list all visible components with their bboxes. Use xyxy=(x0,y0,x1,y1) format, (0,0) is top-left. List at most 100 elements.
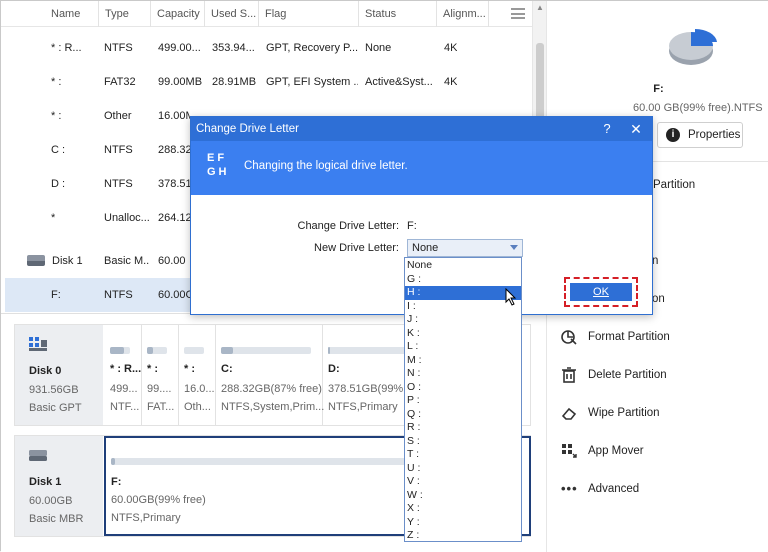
delete-icon xyxy=(561,367,577,383)
col-flag[interactable]: Flag xyxy=(259,1,359,27)
partition-size: 499... xyxy=(110,383,138,395)
partition-size: 16.0... xyxy=(184,383,215,395)
cell-used: 353.94... xyxy=(212,42,255,54)
table-row[interactable]: * : FAT32 99.00MB 28.91MB GPT, EFI Syste… xyxy=(1,65,532,99)
cell-flag: GPT, EFI System ... xyxy=(266,76,358,88)
partition-label: F: xyxy=(111,476,122,488)
dropdown-option[interactable]: L : xyxy=(405,340,521,354)
cell-capacity: 378.51 xyxy=(158,178,190,190)
cell-type: Unalloc... xyxy=(104,212,150,224)
disk0-size: 931.56GB xyxy=(29,384,79,396)
dropdown-option[interactable]: I : xyxy=(405,300,521,314)
app-mover-button[interactable]: App Mover xyxy=(561,441,761,461)
wipe-partition-button[interactable]: Wipe Partition xyxy=(561,403,761,423)
partition-fs: NTFS,Primary xyxy=(328,401,398,413)
partition-size: 60.00GB(99% free) xyxy=(111,494,206,506)
cell-type: NTFS xyxy=(104,42,133,54)
partition-card[interactable]: * : 16.0... Oth... xyxy=(179,325,216,425)
dropdown-option[interactable]: O : xyxy=(405,381,521,395)
dropdown-option[interactable]: K : xyxy=(405,327,521,341)
advanced-button[interactable]: ••• Advanced xyxy=(561,479,761,499)
partition-card[interactable]: * : 99.... FAT... xyxy=(142,325,179,425)
select-value: None xyxy=(412,242,439,254)
cell-capacity: 499.00... xyxy=(158,42,201,54)
col-used[interactable]: Used S... xyxy=(205,1,259,27)
delete-partition-button[interactable]: Delete Partition xyxy=(561,365,761,385)
disk0-name: Disk 0 xyxy=(29,365,62,377)
dropdown-option[interactable]: J : xyxy=(405,313,521,327)
usage-bar xyxy=(221,347,311,354)
cell-type: NTFS xyxy=(104,144,133,156)
partition-card[interactable]: * : R... 499... NTF... xyxy=(105,325,142,425)
cell-status: Active&Syst... xyxy=(365,76,433,88)
dropdown-option[interactable]: W : xyxy=(405,489,521,503)
col-capacity[interactable]: Capacity xyxy=(151,1,205,27)
dropdown-option[interactable]: Z : xyxy=(405,529,521,543)
dropdown-option[interactable]: U : xyxy=(405,462,521,476)
cell-type: NTFS xyxy=(104,178,133,190)
cell-capacity: 264.12 xyxy=(158,212,190,224)
disk1-info: Disk 1 60.00GB Basic MBR xyxy=(15,436,103,536)
dropdown-option[interactable]: G : xyxy=(405,273,521,287)
partition-card[interactable]: C: 288.32GB(87% free) NTFS,System,Prim..… xyxy=(216,325,324,425)
dropdown-option[interactable]: R : xyxy=(405,421,521,435)
wipe-icon xyxy=(561,405,577,421)
dropdown-option[interactable]: T : xyxy=(405,448,521,462)
help-icon[interactable]: ? xyxy=(599,117,615,141)
dropdown-option[interactable]: Y : xyxy=(405,516,521,530)
disk-icon xyxy=(27,255,45,266)
cell-align: 4K xyxy=(444,76,458,88)
ok-button[interactable]: OK xyxy=(570,283,632,301)
app-mover-icon xyxy=(561,443,577,459)
partition-label: D: xyxy=(328,363,340,375)
disk1-name: Disk 1 xyxy=(29,476,62,488)
dialog-banner: EF GH Changing the logical drive letter. xyxy=(191,141,652,195)
current-drive-letter: F: xyxy=(407,220,417,232)
properties-button[interactable]: i Properties xyxy=(657,122,743,148)
dropdown-option[interactable]: H : xyxy=(405,286,521,300)
table-header: Name Type Capacity Used S... Flag Status… xyxy=(1,1,546,27)
close-icon[interactable]: ✕ xyxy=(628,117,644,141)
cell-type: Basic M... xyxy=(104,255,150,267)
partition-size: 288.32GB(87% free) xyxy=(221,383,322,395)
op-label: App Mover xyxy=(588,445,644,457)
table-row[interactable]: * : R... NTFS 499.00... 353.94... GPT, R… xyxy=(1,31,532,65)
column-menu-icon[interactable] xyxy=(511,8,525,19)
cell-name: * : xyxy=(51,76,62,88)
cell-type: NTFS xyxy=(104,289,133,301)
cell-type: FAT32 xyxy=(104,76,136,88)
cell-type: Other xyxy=(104,110,132,122)
dropdown-option[interactable]: N : xyxy=(405,367,521,381)
cell-name: * xyxy=(51,212,56,224)
op-label: Advanced xyxy=(588,483,640,495)
dropdown-option[interactable]: None xyxy=(405,259,521,273)
cell-used: 28.91MB xyxy=(212,76,257,88)
col-status[interactable]: Status xyxy=(359,1,437,27)
dropdown-option[interactable]: P : xyxy=(405,394,521,408)
ok-highlight: OK xyxy=(564,277,638,307)
col-type[interactable]: Type xyxy=(99,1,151,27)
col-alignment[interactable]: Alignm... xyxy=(437,1,489,27)
disk0-info: Disk 0 931.56GB Basic GPT xyxy=(15,325,103,425)
dropdown-option[interactable]: M : xyxy=(405,354,521,368)
scroll-up-icon[interactable]: ▲ xyxy=(536,3,544,12)
col-name[interactable]: Name xyxy=(45,1,99,27)
format-icon xyxy=(561,329,577,345)
partition-label: * : xyxy=(147,363,158,375)
new-drive-letter-select[interactable]: None xyxy=(407,239,523,257)
dropdown-option[interactable]: Q : xyxy=(405,408,521,422)
dropdown-option[interactable]: S : xyxy=(405,435,521,449)
dropdown-option[interactable]: X : xyxy=(405,502,521,516)
op-label: Partition xyxy=(653,179,696,191)
partition-fs: NTFS,Primary xyxy=(111,512,181,524)
cell-capacity: 99.00MB xyxy=(158,76,203,88)
partition-size: 99.... xyxy=(147,383,172,395)
partition-label: C: xyxy=(221,363,233,375)
cell-name: * : R... xyxy=(51,42,82,54)
format-partition-button[interactable]: Format Partition xyxy=(561,327,761,347)
op-label: Wipe Partition xyxy=(588,407,660,419)
banner-text: Changing the logical drive letter. xyxy=(244,160,408,172)
partition-label: * : xyxy=(184,363,195,375)
properties-label: Properties xyxy=(688,129,741,141)
dropdown-option[interactable]: V : xyxy=(405,475,521,489)
